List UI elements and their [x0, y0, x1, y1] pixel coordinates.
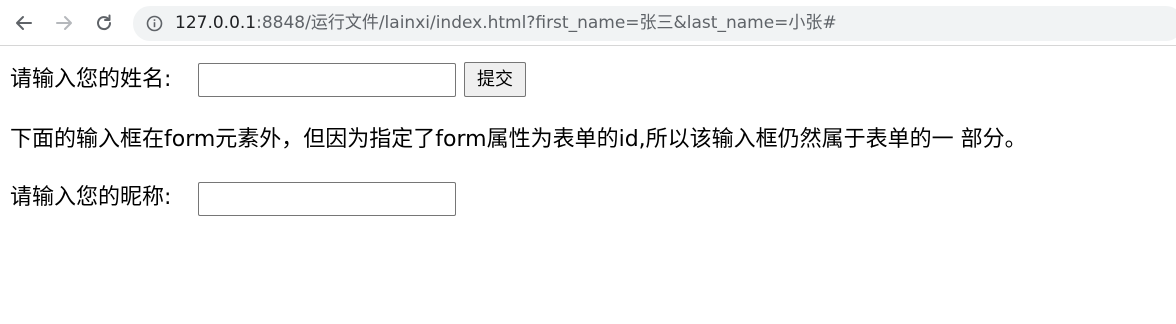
url-text[interactable]: 127.0.0.1:8848/运行文件/lainxi/index.html?fi… [175, 13, 837, 33]
nickname-row: 请输入您的昵称: [10, 185, 171, 211]
forward-button[interactable] [50, 9, 78, 37]
name-input[interactable] [198, 63, 456, 97]
name-row: 请输入您的姓名: [10, 67, 171, 93]
url-path: :8848/运行文件/lainxi/index.html?first_name=… [256, 13, 837, 33]
nickname-label: 请输入您的昵称: [10, 185, 172, 210]
reload-button[interactable] [90, 9, 118, 37]
back-arrow-icon [16, 16, 32, 30]
info-icon[interactable] [146, 15, 163, 32]
nickname-input[interactable] [198, 182, 456, 216]
reload-icon [97, 14, 112, 31]
submit-button[interactable]: 提交 [464, 62, 526, 97]
back-button[interactable] [10, 9, 38, 37]
forward-arrow-icon [56, 16, 72, 30]
browser-toolbar: 127.0.0.1:8848/运行文件/lainxi/index.html?fi… [0, 0, 1176, 46]
url-host: 127.0.0.1 [175, 13, 257, 33]
explanation-text: 下面的输入框在form元素外，但因为指定了form属性为表单的id,所以该输入框… [10, 127, 1027, 152]
name-label: 请输入您的姓名: [10, 67, 172, 92]
address-bar[interactable]: 127.0.0.1:8848/运行文件/lainxi/index.html?fi… [133, 6, 1176, 41]
